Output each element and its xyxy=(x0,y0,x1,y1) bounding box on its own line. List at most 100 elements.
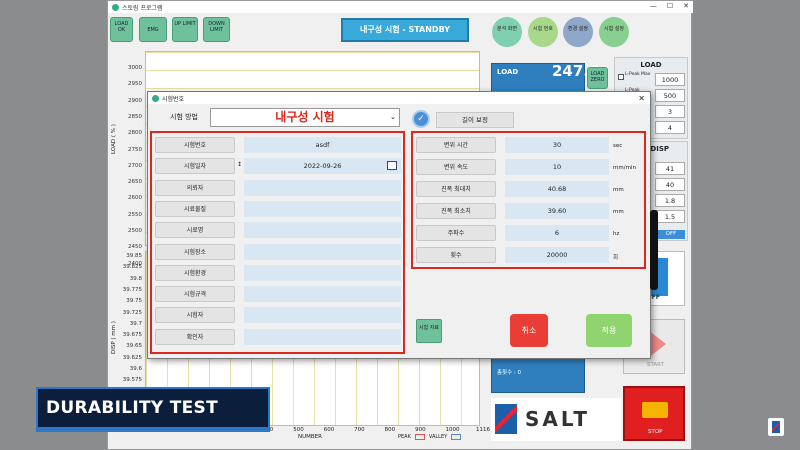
analysis-screen-button[interactable]: 분석 화면 xyxy=(492,17,522,47)
emg-indicator[interactable]: EMG xyxy=(139,17,167,42)
maximize-button[interactable]: ☐ xyxy=(667,2,673,10)
field-input[interactable]: asdf xyxy=(244,137,401,153)
recording-toolbar xyxy=(650,210,658,290)
field-label: 확인자 xyxy=(155,328,235,345)
field-input[interactable] xyxy=(244,286,401,303)
date-spinner-icon[interactable]: ↕ xyxy=(237,161,242,168)
param-unit: 회 xyxy=(613,255,619,261)
disp-ytick: 39.8 xyxy=(129,275,142,282)
disp-ytick: 39.85 xyxy=(126,253,142,259)
method-label: 시험 방법 xyxy=(170,113,198,121)
param-label: 진폭 최대치 xyxy=(416,181,496,197)
load-ytick: 2550 xyxy=(128,211,142,218)
load-ytick: 2950 xyxy=(128,81,142,88)
field-label: 시험규격 xyxy=(155,286,235,303)
field-input[interactable]: 2022-09-26 xyxy=(244,158,401,175)
minimize-button[interactable]: — xyxy=(650,2,657,10)
disp-toggle[interactable]: OFF xyxy=(657,230,685,239)
test-data-button[interactable]: 시험 자료 xyxy=(416,319,442,343)
down-limit-indicator[interactable]: DOWN LIMIT xyxy=(203,17,230,42)
test-number-button[interactable]: 시험 번호 xyxy=(528,17,558,47)
window-title: 스토링 프로그램 xyxy=(122,4,163,12)
salt-logo: SALT xyxy=(491,398,621,441)
param-label: 변위 시간 xyxy=(416,137,496,153)
load-field-3[interactable]: 3 xyxy=(655,105,685,118)
corner-logo xyxy=(768,418,784,436)
start-label: START xyxy=(647,362,664,368)
cancel-button[interactable]: 취소 xyxy=(510,314,548,347)
param-input[interactable]: 20000 xyxy=(505,247,609,263)
load-ytick: 2800 xyxy=(128,130,142,137)
disp-xtick: 900 xyxy=(415,427,426,433)
param-unit: hz xyxy=(613,231,620,237)
load-ytick: 2750 xyxy=(128,146,142,153)
load-field-4[interactable]: 4 xyxy=(655,121,685,134)
param-input[interactable]: 30 xyxy=(505,137,609,153)
disp-ytick: 39.6 xyxy=(129,366,142,372)
disp-ytick: 39.825 xyxy=(122,264,142,271)
lpeak-checkbox[interactable] xyxy=(618,74,624,80)
calendar-icon[interactable] xyxy=(387,161,397,171)
close-window-button[interactable]: ✕ xyxy=(683,2,689,10)
param-label: 주파수 xyxy=(416,225,496,241)
disp-xtick: 600 xyxy=(323,427,335,433)
disp-xtick: 1000 xyxy=(445,427,460,433)
total-count-value: 0 xyxy=(517,370,522,376)
param-input[interactable]: 40.68 xyxy=(505,181,609,197)
load-min-field[interactable]: 500 xyxy=(655,89,685,102)
dialog-close-button[interactable]: ✕ xyxy=(638,94,645,103)
param-unit: mm xyxy=(613,187,624,193)
method-select[interactable]: 내구성 시험 ⌄ xyxy=(210,108,400,127)
param-input[interactable]: 6 xyxy=(505,225,609,241)
env-settings-button[interactable]: 환경 설정 xyxy=(563,17,593,47)
disp-field-4[interactable]: 1.5 xyxy=(655,210,685,223)
load-zero-button[interactable]: LOAD ZERO xyxy=(587,67,608,89)
param-unit: mm xyxy=(613,209,624,215)
check-icon[interactable]: ✓ xyxy=(412,110,430,128)
load-max-field[interactable]: 1000 xyxy=(655,73,685,86)
field-input[interactable] xyxy=(244,307,401,324)
load-ok-indicator[interactable]: LOAD OK xyxy=(110,17,133,42)
disp-ytick: 39.625 xyxy=(122,354,142,361)
app-icon xyxy=(112,3,119,11)
field-input[interactable] xyxy=(244,243,401,260)
test-settings-button[interactable]: 시험 설정 xyxy=(599,17,629,47)
load-ytick: 2700 xyxy=(128,162,142,169)
field-label: 시료물질 xyxy=(155,200,235,217)
field-input[interactable] xyxy=(244,222,401,239)
field-input[interactable] xyxy=(244,264,401,281)
video-caption: DURABILITY TEST xyxy=(36,387,270,429)
field-label: 시험자 xyxy=(155,307,235,324)
disp-field-3[interactable]: 1.8 xyxy=(655,194,685,207)
disp-max-field[interactable]: 41 xyxy=(655,162,685,175)
param-input[interactable]: 10 xyxy=(505,159,609,175)
method-value: 내구성 시험 xyxy=(275,110,335,124)
field-label: 시료명 xyxy=(155,222,235,239)
disp-ytick: 39.75 xyxy=(126,298,142,305)
param-input[interactable]: 39.60 xyxy=(505,203,609,219)
analysis-label: 분석 화면 xyxy=(497,26,517,32)
right-load-title: LOAD xyxy=(640,61,662,69)
field-input[interactable] xyxy=(244,179,401,196)
test-number-dialog: 시험번호 ✕ 시험 방법 내구성 시험 ⌄ ✓ 길이 보정 시험번호 asdf 시험… xyxy=(147,91,651,359)
up-limit-indicator[interactable]: UP LIMIT xyxy=(172,17,198,42)
field-label: 시험환경 xyxy=(155,264,235,281)
load-ytick: 2850 xyxy=(128,113,142,120)
field-input[interactable] xyxy=(244,328,401,345)
mode-banner: 내구성 시험 - STANDBY xyxy=(341,18,469,42)
stop-button[interactable]: STOP xyxy=(623,386,685,441)
stop-icon xyxy=(642,402,668,418)
disp-min-field[interactable]: 40 xyxy=(655,178,685,191)
test-settings-label: 시험 설정 xyxy=(604,26,624,32)
field-input[interactable] xyxy=(244,200,401,217)
load-ytick: 2450 xyxy=(128,244,142,251)
apply-button[interactable]: 적용 xyxy=(586,314,632,347)
length-calibration-button[interactable]: 길이 보정 xyxy=(436,112,514,128)
dialog-titlebar: 시험번호 ✕ xyxy=(148,92,650,104)
emg-label: EMG xyxy=(147,27,159,33)
field-label: 시험일자 xyxy=(155,158,235,175)
corner-logo-mark xyxy=(772,421,780,433)
field-label: 의뢰자 xyxy=(155,179,235,196)
dialog-title: 시험번호 xyxy=(162,95,185,103)
disp-xtick: 500 xyxy=(293,427,304,433)
